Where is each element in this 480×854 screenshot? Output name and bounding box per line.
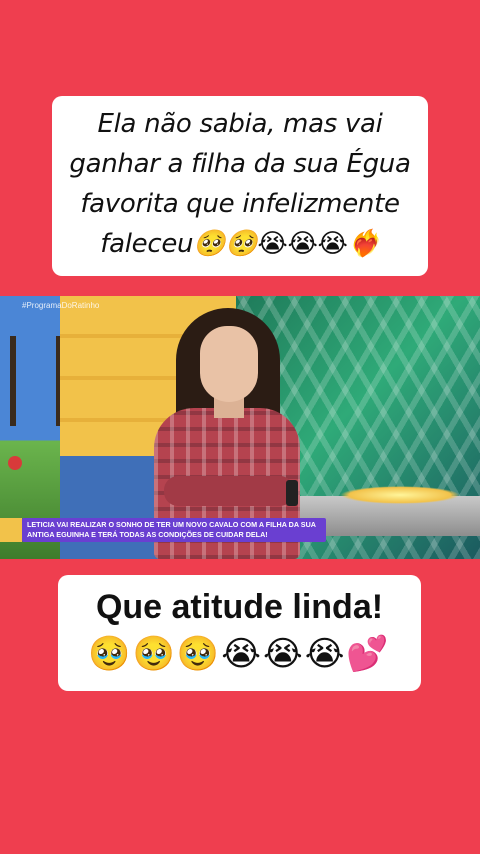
- news-caption: LETICIA VAI REALIZAR O SONHO DE TER UM N…: [22, 518, 326, 542]
- flower-illustration: [8, 456, 22, 470]
- reaction-title: Que atitude linda!: [95, 588, 384, 626]
- microphone-icon: [286, 480, 298, 506]
- reaction-emojis: 🥹🥹🥹😭😭😭💕: [88, 634, 391, 674]
- headline-line-4-text: faleceu: [100, 229, 194, 259]
- headline-line-4: faleceu🥺🥺😭😭😭❤️‍🔥: [62, 224, 418, 264]
- headline-card: Ela não sabia, mas vai ganhar a filha da…: [52, 96, 428, 276]
- caption-accent: [0, 518, 22, 542]
- headline-line-1: Ela não sabia, mas vai: [97, 109, 383, 139]
- headline-text: Ela não sabia, mas vai ganhar a filha da…: [62, 104, 418, 264]
- fence-illustration: [10, 336, 62, 426]
- tv-watermark: #ProgramaDoRatinho: [22, 301, 100, 310]
- headline-emojis: 🥺🥺😭😭😭❤️‍🔥: [193, 229, 380, 259]
- stage-spotlight: [340, 486, 460, 504]
- person-arms: [164, 476, 294, 506]
- person-face: [200, 326, 258, 402]
- headline-line-3: favorita que infelizmente: [80, 189, 400, 219]
- headline-line-2: ganhar a filha da sua Égua: [69, 149, 411, 179]
- video-frame[interactable]: #ProgramaDoRatinho LETICIA VAI REALIZAR …: [0, 296, 480, 559]
- reaction-card: Que atitude linda! 🥹🥹🥹😭😭😭💕: [58, 575, 421, 691]
